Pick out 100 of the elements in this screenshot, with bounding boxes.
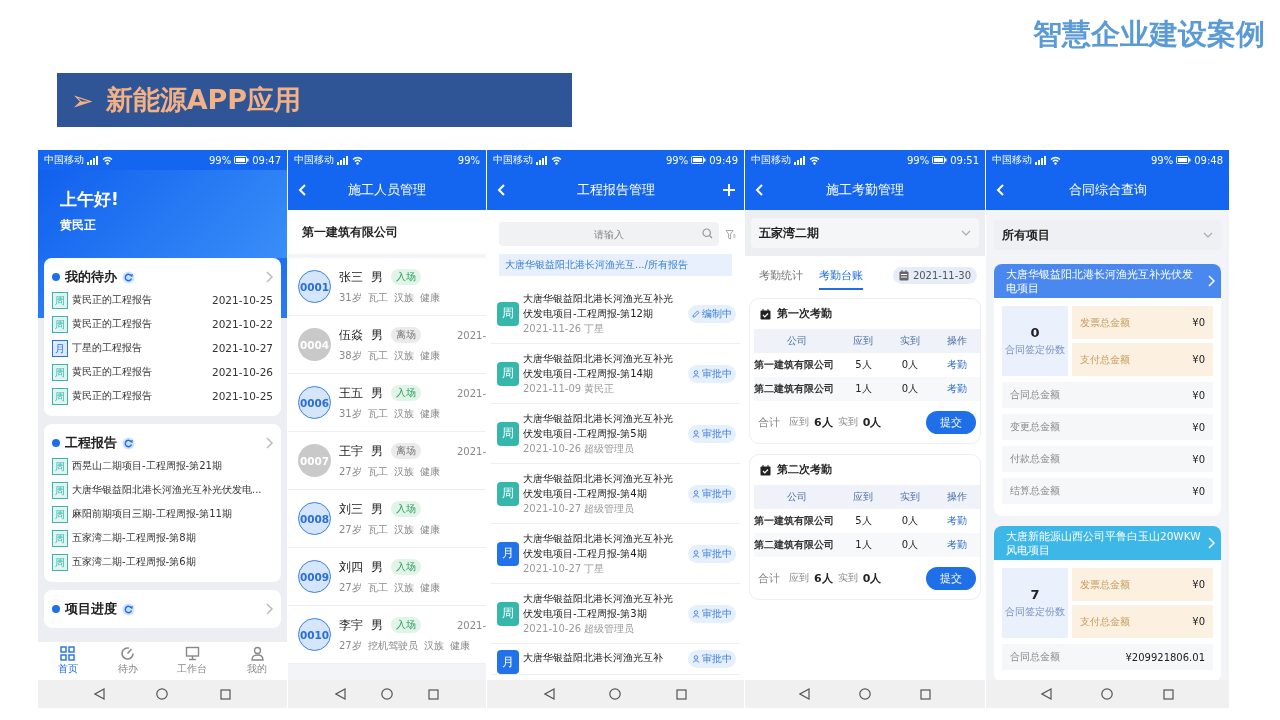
report-title[interactable]: 大唐华银益阳北港长河渔光互补光伏发电项目-工程周报-第12期 xyxy=(523,291,679,321)
report-title[interactable]: 黄民正的工程报告 xyxy=(72,293,152,307)
project-name: 大唐新能源山西公司平鲁白玉山20WKW风电项目 xyxy=(1006,529,1201,557)
company-header: 第一建筑有限公司 xyxy=(288,210,486,254)
report-title[interactable]: 西晃山二期项目-工程周报-第21期 xyxy=(72,459,222,473)
tab-bar-item[interactable]: 工作台 xyxy=(177,646,208,676)
status-tag: 入场 xyxy=(391,559,421,575)
attendance-link[interactable]: 考勤 xyxy=(933,358,980,372)
amount-label: 支付总金额 xyxy=(1080,614,1130,629)
tab[interactable]: 考勤统计 xyxy=(759,260,803,290)
screen-title: 施工人员管理 xyxy=(347,181,427,199)
project-name: 大唐华银益阳北港长河渔光互补光伏发电项目 xyxy=(1006,267,1194,295)
report-title[interactable]: 麻阳前期项目三期-工程周报-第11期 xyxy=(72,507,232,521)
wifi-icon xyxy=(1050,155,1061,165)
back-nav-icon[interactable] xyxy=(799,688,811,700)
bullet-marker: ➢ xyxy=(71,84,94,116)
period-tag: 周 xyxy=(497,301,519,326)
report-title[interactable]: 大唐华银益阳北港长河渔光互补光伏发电项目-工程周报-第14期 xyxy=(523,351,679,381)
report-title[interactable]: 五家湾二期-工程周报-第6期 xyxy=(72,555,196,569)
tab-bar-item[interactable]: 待办 xyxy=(117,646,138,676)
total-label: 合计 xyxy=(758,570,780,586)
pencil-icon xyxy=(692,309,700,318)
report-title[interactable]: 黄民正的工程报告 xyxy=(72,389,152,403)
signal-icon xyxy=(337,155,349,165)
status-tag: 入场 xyxy=(391,269,421,285)
report-title[interactable]: 大唐华银益阳北港长河渔光互补光伏发电项目-工程月报-第4期 xyxy=(523,531,679,561)
add-icon[interactable] xyxy=(722,183,736,197)
table-cell-text: 1人 xyxy=(854,382,873,396)
recents-nav-icon[interactable] xyxy=(1163,688,1175,700)
dot-icon xyxy=(52,439,60,447)
period-tag: 月 xyxy=(497,541,519,566)
report-title[interactable]: 大唐华银益阳北港长河渔光互补光伏发电项目-工程周报-第5期 xyxy=(523,411,679,441)
column-header: 操作 xyxy=(945,334,968,348)
refresh-icon[interactable] xyxy=(122,270,135,284)
date-picker[interactable]: 2021-11-30 xyxy=(892,266,977,284)
person-name: 王五 xyxy=(339,384,363,402)
actual-label: 实到 xyxy=(837,571,858,585)
report-title[interactable]: 大唐华银益阳北港长河渔光互补 xyxy=(523,650,679,665)
refresh-icon[interactable] xyxy=(122,602,135,616)
tab-bar-item[interactable]: 我的 xyxy=(247,646,268,676)
person-detail: 汉族 xyxy=(393,290,414,305)
amount-label: 结算总金额 xyxy=(1010,484,1060,498)
refresh-icon[interactable] xyxy=(122,436,135,450)
report-title[interactable]: 黄民正的工程报告 xyxy=(72,317,152,331)
home-nav-icon[interactable] xyxy=(1101,688,1114,700)
report-title[interactable]: 大唐华银益阳北港长河渔光互补光伏发电... xyxy=(72,483,262,497)
entry-date: 2021- xyxy=(456,388,486,399)
home-nav-icon[interactable] xyxy=(859,688,871,700)
tab-bar-item[interactable]: 首页 xyxy=(57,646,78,676)
tab[interactable]: 考勤台账 xyxy=(819,260,863,290)
submit-button[interactable]: 提交 xyxy=(926,410,976,434)
recents-nav-icon[interactable] xyxy=(427,688,439,700)
home-nav-icon[interactable] xyxy=(156,688,169,700)
person-row[interactable]: 0009 刘四 男 入场 27岁 瓦工 汉族 健康 xyxy=(288,548,486,606)
person-row[interactable]: 0010 李宇 男 入场 27岁 挖机驾驶员 汉族 健康 2021- xyxy=(288,606,486,664)
battery-level: 99% xyxy=(208,154,232,166)
person-detail: 健康 xyxy=(419,290,440,305)
count-value: 7 xyxy=(1030,587,1040,602)
amount-label: 支付总金额 xyxy=(1080,352,1130,367)
attendance-link[interactable]: 考勤 xyxy=(933,538,980,552)
project-select[interactable]: 五家湾二期 xyxy=(751,218,979,248)
breadcrumb[interactable]: 大唐华银益阳北港长河渔光互.../所有报告 xyxy=(499,254,732,276)
status-text: 审批中 xyxy=(702,486,732,501)
report-title[interactable]: 黄民正的工程报告 xyxy=(72,365,152,379)
carrier-name: 中国移动 xyxy=(751,153,791,167)
table-cell-text: 0人 xyxy=(900,382,920,396)
recents-nav-icon[interactable] xyxy=(919,688,931,700)
wifi-icon xyxy=(809,155,820,165)
column-header: 公司 xyxy=(786,490,808,504)
person-icon xyxy=(249,646,265,661)
column-header: 实到 xyxy=(899,490,921,504)
report-title[interactable]: 大唐华银益阳北港长河渔光互补光伏发电项目-工程周报-第4期 xyxy=(523,471,679,501)
search-field[interactable]: 请输入 xyxy=(499,222,719,246)
attendance-link[interactable]: 考勤 xyxy=(933,382,980,396)
person-row[interactable]: 0001 张三 男 入场 31岁 瓦工 汉族 健康 xyxy=(288,258,486,316)
person-name: 伍焱 xyxy=(339,326,363,344)
project-select[interactable]: 所有项目 xyxy=(994,220,1221,250)
report-date: 2021-10-25 xyxy=(211,390,273,402)
avatar-number: 0009 xyxy=(298,560,331,593)
attendance-link[interactable]: 考勤 xyxy=(933,514,980,528)
back-nav-icon[interactable] xyxy=(544,688,556,700)
count-value: 0 xyxy=(1030,325,1040,340)
person-row[interactable]: 0006 王五 男 入场 31岁 瓦工 汉族 健康 2021- xyxy=(288,374,486,432)
report-title[interactable]: 丁星的工程报告 xyxy=(72,341,142,355)
person-row[interactable]: 0008 刘三 男 入场 27岁 瓦工 汉族 健康 xyxy=(288,490,486,548)
submit-button[interactable]: 提交 xyxy=(926,566,976,590)
recents-nav-icon[interactable] xyxy=(220,688,232,700)
report-title[interactable]: 五家湾二期-工程周报-第8期 xyxy=(72,531,196,545)
back-nav-icon[interactable] xyxy=(335,688,347,700)
person-icon xyxy=(692,429,700,438)
recents-nav-icon[interactable] xyxy=(675,688,687,700)
person-detail: 汉族 xyxy=(423,638,444,653)
back-nav-icon[interactable] xyxy=(93,688,105,700)
clock-time: 09:49 xyxy=(709,154,738,166)
home-nav-icon[interactable] xyxy=(381,688,393,700)
report-meta: 2021-11-09 黄民正 xyxy=(523,382,615,396)
battery-level: 99% xyxy=(665,154,689,166)
home-nav-icon[interactable] xyxy=(609,688,622,700)
back-nav-icon[interactable] xyxy=(1040,688,1052,700)
report-title[interactable]: 大唐华银益阳北港长河渔光互补光伏发电项目-工程周报-第3期 xyxy=(523,591,679,621)
